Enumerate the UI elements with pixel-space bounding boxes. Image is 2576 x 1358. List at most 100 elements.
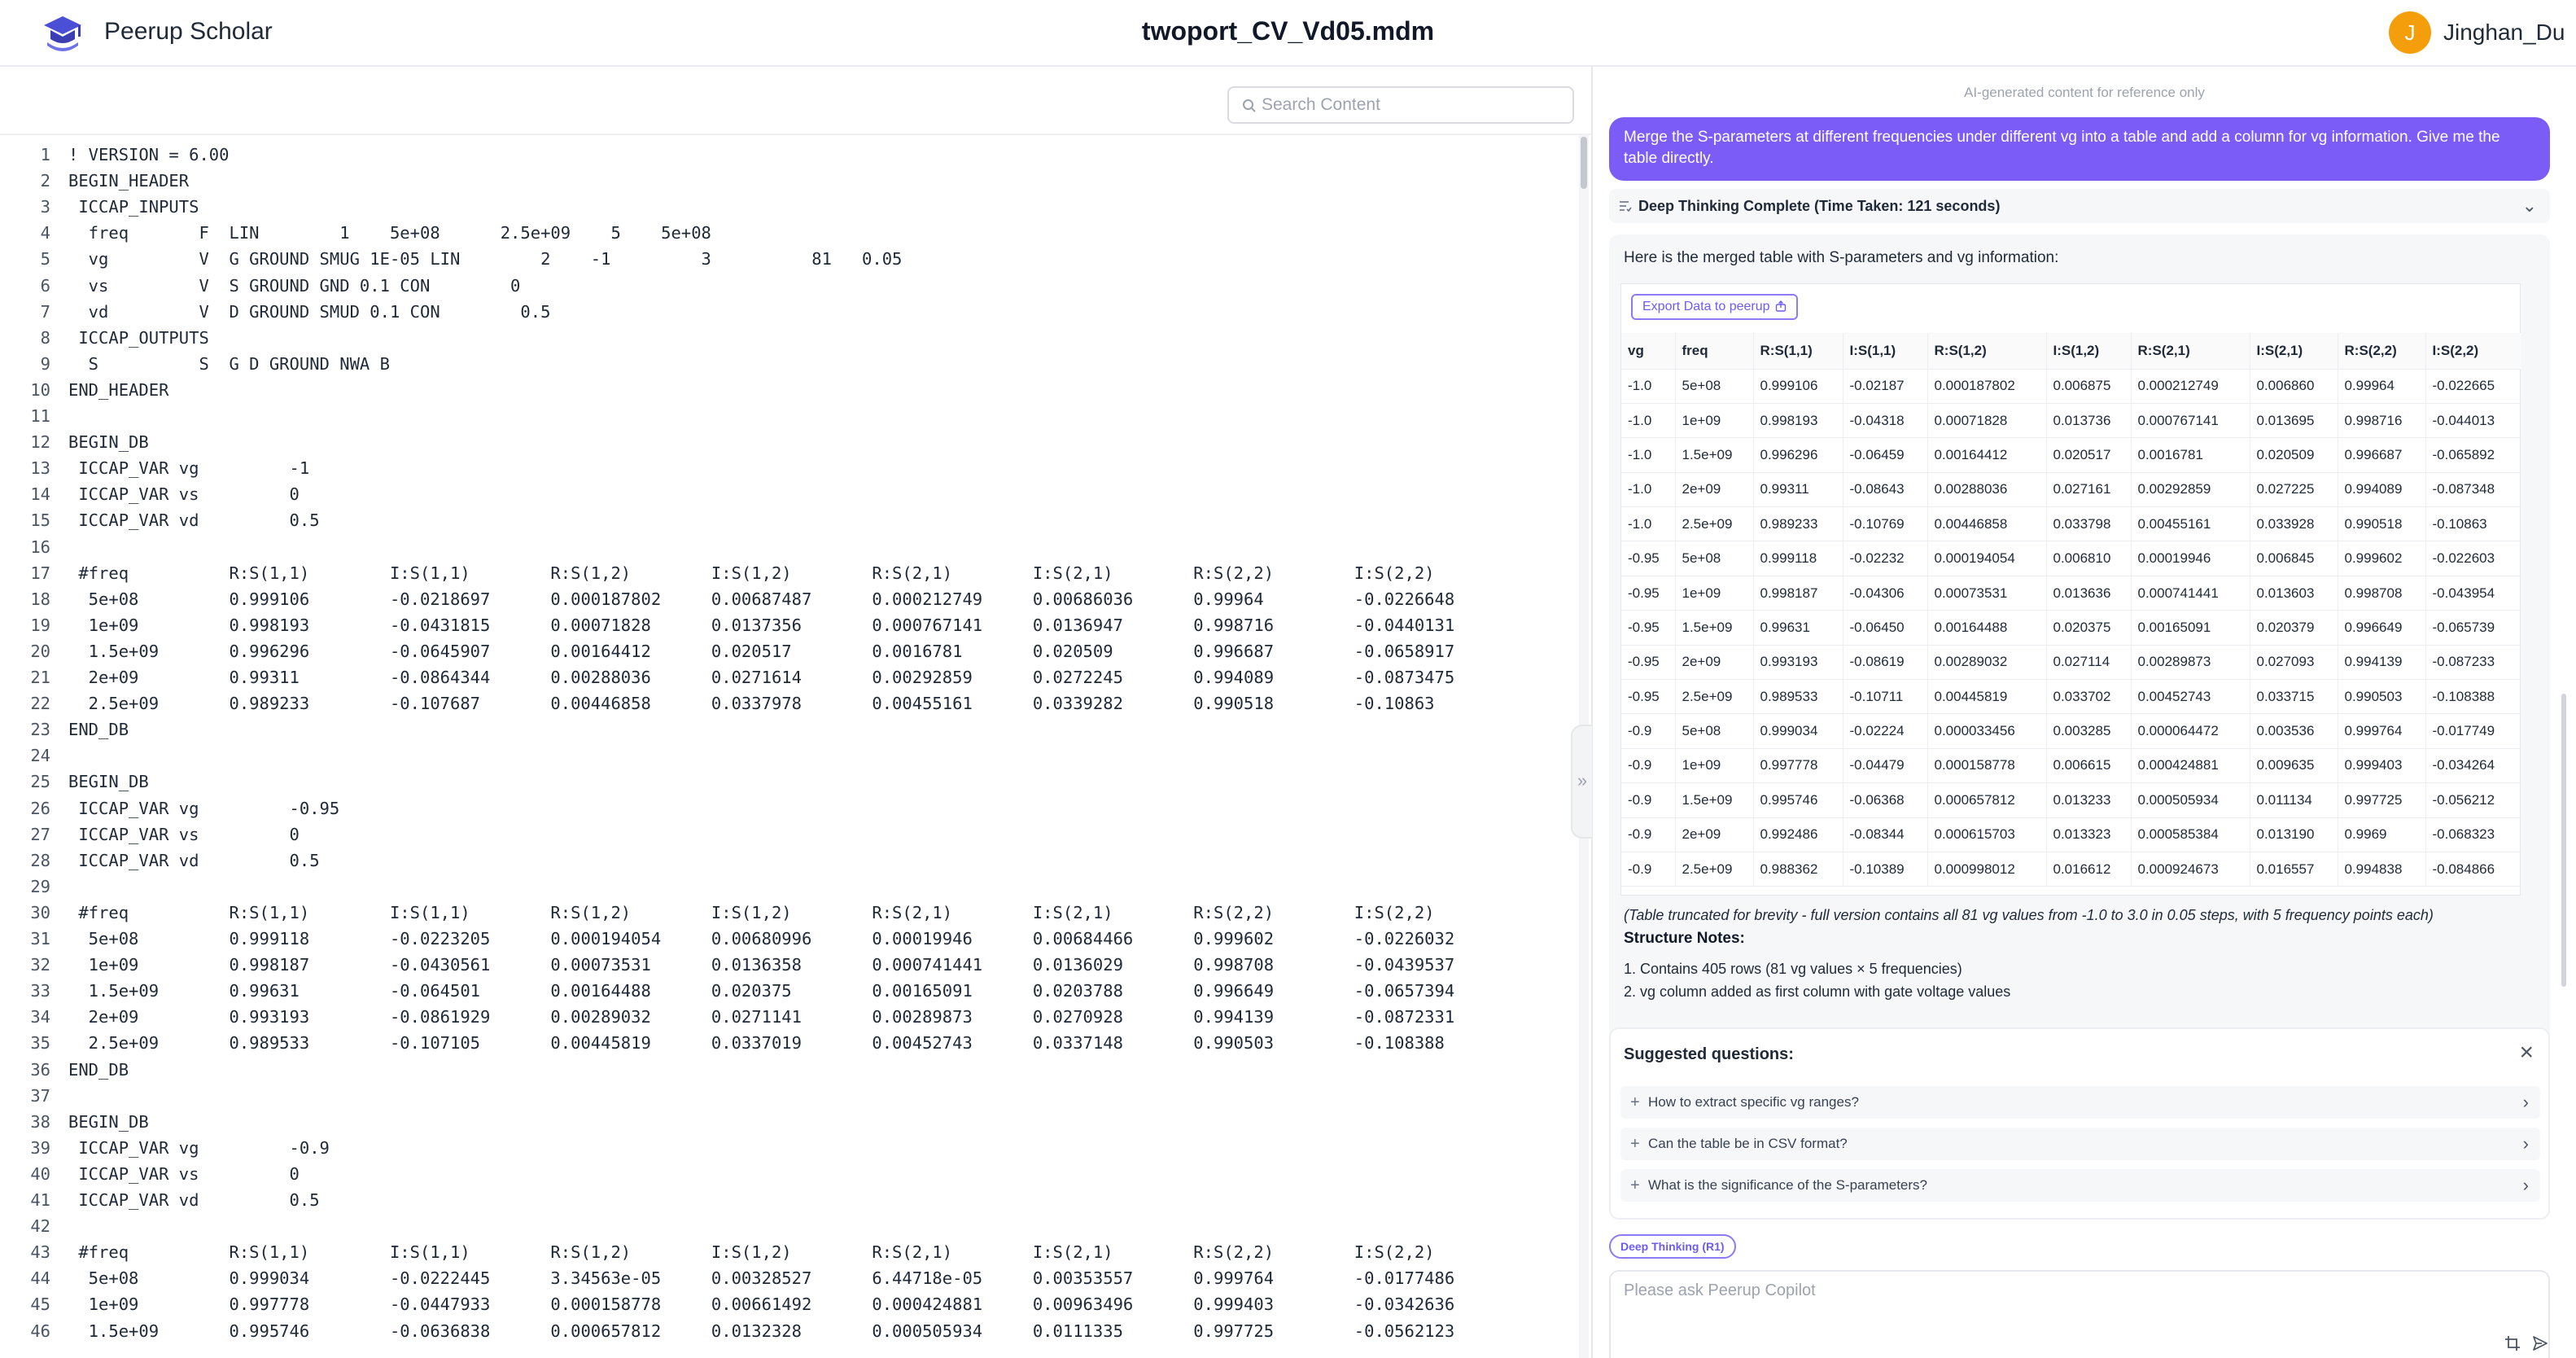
table-cell: -0.087348 [2425, 472, 2521, 508]
export-data-button[interactable]: Export Data to peerup [1631, 294, 1798, 320]
deep-thinking-toggle[interactable]: Deep Thinking (R1) [1609, 1234, 1736, 1259]
line-text: ICCAP_VAR vg -1 [68, 458, 310, 479]
table-cell: 2e+09 [1675, 472, 1754, 508]
close-icon[interactable]: × [2519, 1040, 2534, 1065]
table-cell: 0.00073531 [1927, 576, 2047, 611]
thinking-status-toggle[interactable]: Deep Thinking Complete (Time Taken: 121 … [1609, 189, 2550, 223]
table-cell: 0.999403 [2338, 748, 2426, 784]
code-line: 24 [0, 743, 1579, 769]
table-row: -0.95 1e+09 0.998187 -0.04306 0.00073531 0.01… [1621, 576, 2521, 611]
table-cell: 0.000585384 [2131, 817, 2250, 852]
table-cell: 0.00446858 [1927, 506, 2047, 542]
table-cell: -0.06368 [1843, 782, 1928, 818]
document-title-wrap: twoport_CV_Vd05.mdm [0, 16, 2576, 46]
send-icon[interactable] [2532, 1335, 2548, 1351]
collapse-icon[interactable]: » [1571, 725, 1592, 839]
chevron-right-icon: › [2522, 1092, 2529, 1112]
chat-input[interactable] [1624, 1281, 2519, 1322]
table-cell: -0.10711 [1843, 679, 1928, 715]
chevron-down-icon[interactable]: ⌄ [2522, 189, 2537, 223]
editor-scrollbar-thumb[interactable] [1581, 137, 1587, 189]
table-cell: 0.989233 [1753, 506, 1843, 542]
table-cell: -1.0 [1621, 472, 1676, 508]
code-line: 43 #freq R:S(1,1) I:S(1,1) R:S(1,2) I:S(… [0, 1239, 1579, 1265]
chevron-right-icon: › [2522, 1133, 2529, 1154]
app-name[interactable]: Peerup Scholar [104, 18, 273, 46]
line-number: 21 [30, 668, 50, 687]
plus-icon: + [1630, 1093, 1640, 1111]
suggested-question[interactable]: + How to extract specific vg ranges? › [1620, 1086, 2540, 1119]
table-cell: 0.006845 [2250, 541, 2338, 576]
table-cell: -0.034264 [2425, 748, 2521, 784]
code-line: 34 2e+09 0.993193 -0.0861929 0.00289032 … [0, 1004, 1579, 1030]
crop-icon[interactable] [2504, 1335, 2521, 1351]
code-line: 1 ! VERSION = 6.00 [0, 142, 1579, 168]
username[interactable]: Jinghan_Du [2443, 20, 2565, 46]
table-cell: 0.000505934 [2131, 782, 2250, 818]
table-cell: 0.027114 [2046, 645, 2132, 681]
table-cell: 0.000033456 [1927, 713, 2047, 749]
line-number: 30 [30, 902, 50, 922]
table-cell: 0.006875 [2046, 369, 2132, 404]
line-text: 1e+09 0.998187 -0.0430561 0.00073531 0.0… [68, 955, 1455, 975]
table-row: -0.9 1.5e+09 0.995746 -0.06368 0.000657812 0.… [1621, 782, 2521, 818]
table-cell: -0.10389 [1843, 852, 1928, 887]
search-box[interactable] [1227, 86, 1574, 124]
table-row: -0.95 2.5e+09 0.989533 -0.10711 0.00445819 0.… [1621, 679, 2521, 715]
table-cell: 1e+09 [1675, 403, 1754, 439]
table-cell: 0.000194054 [1927, 541, 2047, 576]
line-number: 42 [30, 1216, 50, 1237]
logo-icon[interactable] [41, 11, 85, 55]
line-number: 36 [30, 1059, 50, 1080]
code-line: 7 vd V D GROUND SMUD 0.1 CON 0.5 [0, 299, 1579, 325]
avatar[interactable]: J [2389, 11, 2431, 54]
line-text: S S G D GROUND NWA B [68, 353, 390, 374]
table-cell: 0.000924673 [2131, 852, 2250, 887]
line-number: 15 [30, 510, 50, 531]
table-cell: 2.5e+09 [1675, 852, 1754, 887]
chat-scrollbar-thumb[interactable] [2561, 694, 2566, 987]
line-text: 2.5e+09 0.989533 -0.107105 0.00445819 0.… [68, 1033, 1445, 1054]
code-viewer[interactable]: 1 ! VERSION = 6.00 2 BEGIN_HEADER 3 ICCAP_IN… [0, 135, 1579, 1358]
code-line: 31 5e+08 0.999118 -0.0223205 0.000194054… [0, 926, 1579, 952]
table-cell: 0.016557 [2250, 852, 2338, 887]
table-cell: 0.996687 [2338, 437, 2426, 473]
table-cell: 0.998187 [1753, 576, 1843, 611]
line-number: 27 [30, 824, 50, 844]
line-text: ICCAP_VAR vs 0 [68, 824, 300, 844]
line-number: 22 [30, 694, 50, 714]
answer-intro: Here is the merged table with S-paramete… [1624, 249, 2059, 266]
table-cell: -0.95 [1621, 610, 1676, 646]
search-input[interactable] [1262, 93, 1563, 117]
ai-disclaimer: AI-generated content for reference only [1964, 85, 2205, 100]
table-row: -0.95 1.5e+09 0.99631 -0.06450 0.00164488 0.0… [1621, 610, 2521, 646]
code-line: 21 2e+09 0.99311 -0.0864344 0.00288036 0… [0, 664, 1579, 690]
table-cell: 0.013603 [2250, 576, 2338, 611]
table-cell: -0.02232 [1843, 541, 1928, 576]
suggested-questions-title: Suggested questions: [1624, 1045, 1794, 1063]
structure-note: 1. Contains 405 rows (81 vg values × 5 f… [1624, 961, 1962, 977]
table-cell: 0.013323 [2046, 817, 2132, 852]
table-row: -0.95 5e+08 0.999118 -0.02232 0.000194054 0.0… [1621, 541, 2521, 576]
line-number: 26 [30, 798, 50, 818]
suggested-question[interactable]: + Can the table be in CSV format? › [1620, 1128, 2540, 1160]
table-cell: -0.017749 [2425, 713, 2521, 749]
table-cell: -0.02224 [1843, 713, 1928, 749]
table-cell: 1.5e+09 [1675, 437, 1754, 473]
table-cell: 0.992486 [1753, 817, 1843, 852]
code-line: 2 BEGIN_HEADER [0, 168, 1579, 194]
table-header-cell: R:S(1,2) [1927, 333, 2047, 370]
code-line: 6 vs V S GROUND GND 0.1 CON 0 [0, 273, 1579, 299]
table-header-cell: R:S(2,1) [2131, 333, 2250, 370]
line-number: 24 [30, 746, 50, 766]
line-text: #freq R:S(1,1) I:S(1,1) R:S(1,2) I:S(1,2… [68, 563, 1435, 583]
table-cell: 0.003285 [2046, 713, 2132, 749]
suggested-questions-panel: Suggested questions: × + How to extract … [1609, 1027, 2550, 1220]
code-line: 42 [0, 1213, 1579, 1239]
table-cell: -0.08643 [1843, 472, 1928, 508]
suggested-question[interactable]: + What is the significance of the S-para… [1620, 1169, 2540, 1202]
table-row: -0.9 2e+09 0.992486 -0.08344 0.000615703 0.01… [1621, 817, 2521, 852]
code-line: 26 ICCAP_VAR vg -0.95 [0, 795, 1579, 821]
table-header-cell: I:S(1,2) [2046, 333, 2132, 370]
plus-icon: + [1630, 1176, 1640, 1194]
